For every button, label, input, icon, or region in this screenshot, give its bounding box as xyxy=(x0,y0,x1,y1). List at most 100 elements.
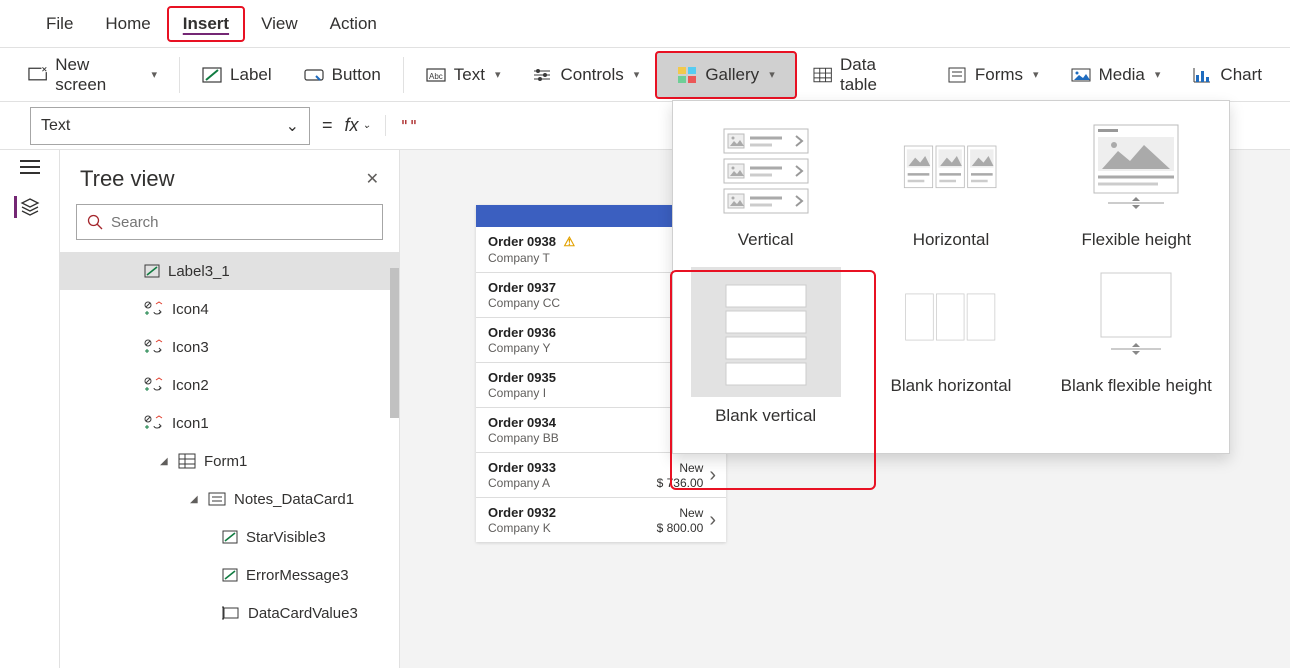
twisty-icon[interactable]: ◢ xyxy=(190,494,200,505)
chart-label: Chart xyxy=(1220,65,1262,85)
tree-item-form1[interactable]: ◢ Form1 xyxy=(60,442,399,480)
label-button[interactable]: Label xyxy=(186,51,288,99)
tree-item-icon3[interactable]: Icon3 xyxy=(60,328,399,366)
text-icon: Abc xyxy=(426,66,446,84)
control-varstate-icon xyxy=(144,339,164,355)
tree: Label3_1 Icon4 Icon3 Icon2 Icon1 ◢ Fo xyxy=(60,250,399,634)
menu-home[interactable]: Home xyxy=(89,6,166,42)
chart-button[interactable]: Chart xyxy=(1176,51,1278,99)
new-screen-label: New screen xyxy=(55,55,141,95)
gallery-option-blank-vertical[interactable]: Blank vertical xyxy=(673,259,858,435)
order-title: Order 0933 xyxy=(488,460,637,475)
chart-icon xyxy=(1192,66,1212,84)
list-item[interactable]: Order 0932Company KNew$ 800.00› xyxy=(476,497,726,542)
label-label: Label xyxy=(230,65,272,85)
media-icon xyxy=(1071,66,1091,84)
media-button[interactable]: Media ▾ xyxy=(1055,51,1177,99)
tree-view-tab[interactable] xyxy=(19,196,41,223)
property-name: Text xyxy=(41,117,70,135)
text-button[interactable]: Abc Text ▾ xyxy=(410,51,517,99)
twisty-icon[interactable]: ◢ xyxy=(160,456,170,467)
chevron-right-icon: › xyxy=(709,464,716,487)
order-title: Order 0936 xyxy=(488,325,650,340)
tree-item-icon1[interactable]: Icon1 xyxy=(60,404,399,442)
tree-item-starvisible3[interactable]: StarVisible3 xyxy=(60,518,399,556)
order-company: Company BB xyxy=(488,431,650,445)
chevron-down-icon: ▾ xyxy=(769,68,775,81)
order-amount: $ 736.00 xyxy=(637,476,703,490)
order-company: Company T xyxy=(488,251,650,265)
forms-button[interactable]: Forms ▾ xyxy=(931,51,1055,99)
tree-label: Label3_1 xyxy=(168,263,230,280)
control-varstate-icon xyxy=(144,301,164,317)
menu-view[interactable]: View xyxy=(245,6,314,42)
tree-item-icon2[interactable]: Icon2 xyxy=(60,366,399,404)
gallery-option-blank-flexible[interactable]: Blank flexible height xyxy=(1044,259,1229,435)
gallery-button[interactable]: Gallery ▾ xyxy=(655,51,796,99)
tree-item-errormessage3[interactable]: ErrorMessage3 xyxy=(60,556,399,594)
order-title: Order 0937 xyxy=(488,280,650,295)
gallery-option-vertical[interactable]: Vertical xyxy=(673,113,858,259)
tree-item-icon4[interactable]: Icon4 xyxy=(60,290,399,328)
gallery-option-horizontal[interactable]: Horizontal xyxy=(858,113,1043,259)
order-title: Order 0935 xyxy=(488,370,650,385)
tree-item-label3-1[interactable]: Label3_1 xyxy=(60,252,399,290)
thumb-horizontal-icon xyxy=(901,121,1001,221)
new-screen-button[interactable]: New screen ▾ xyxy=(12,51,173,99)
control-label-icon xyxy=(144,263,160,279)
tree-label: Icon4 xyxy=(172,301,209,318)
panel-scrollbar[interactable] xyxy=(390,268,399,418)
order-title: Order 0934 xyxy=(488,415,650,430)
gallery-dropdown: Vertical Horizontal Flexible height Blan… xyxy=(672,100,1230,454)
panel-title: Tree view xyxy=(80,166,175,192)
fx-button[interactable]: fx ⌄ xyxy=(345,115,386,136)
warning-icon: ⚠ xyxy=(560,234,575,249)
gallery-option-blank-horizontal[interactable]: Blank horizontal xyxy=(858,259,1043,435)
search-box[interactable] xyxy=(76,204,383,240)
control-varstate-icon xyxy=(144,415,164,431)
formula-input[interactable]: "" xyxy=(386,117,418,135)
chevron-right-icon: › xyxy=(709,509,716,532)
tree-item-datacardvalue3[interactable]: DataCardValue3 xyxy=(60,594,399,632)
menu-file[interactable]: File xyxy=(30,6,89,42)
hamburger-icon[interactable] xyxy=(20,166,40,168)
property-selector[interactable]: Text ⌄ xyxy=(30,107,310,145)
search-input[interactable] xyxy=(111,214,372,231)
app-menubar: File Home Insert View Action xyxy=(0,0,1290,48)
order-company: Company Y xyxy=(488,341,650,355)
controls-icon xyxy=(532,66,552,84)
controls-button[interactable]: Controls ▾ xyxy=(516,51,655,99)
caption: Blank flexible height xyxy=(1061,375,1212,397)
tree-view-panel: Tree view ✕ Label3_1 Icon4 Icon3 Icon2 xyxy=(60,150,400,668)
order-status: New xyxy=(637,506,703,520)
thumb-blank-vertical-icon xyxy=(691,267,841,397)
control-textinput-icon xyxy=(222,606,240,620)
thumb-vertical-icon xyxy=(716,121,816,221)
order-company: Company I xyxy=(488,386,650,400)
chevron-down-icon: ⌄ xyxy=(363,120,371,131)
order-company: Company CC xyxy=(488,296,650,310)
chevron-down-icon: ▾ xyxy=(1155,68,1161,81)
controls-label: Controls xyxy=(560,65,623,85)
data-table-label: Data table xyxy=(840,55,915,95)
menu-action[interactable]: Action xyxy=(314,6,393,42)
list-item[interactable]: Order 0933Company ANew$ 736.00› xyxy=(476,452,726,497)
media-label: Media xyxy=(1099,65,1145,85)
caption: Vertical xyxy=(738,229,794,251)
menu-insert[interactable]: Insert xyxy=(167,6,245,42)
tree-item-notes-datacard1[interactable]: ◢ Notes_DataCard1 xyxy=(60,480,399,518)
order-amount: $ 800.00 xyxy=(637,521,703,535)
close-icon[interactable]: ✕ xyxy=(366,169,379,189)
caption: Blank horizontal xyxy=(890,375,1011,397)
gallery-icon xyxy=(677,66,697,84)
button-button[interactable]: Button xyxy=(288,51,397,99)
control-varstate-icon xyxy=(144,377,164,393)
data-table-button[interactable]: Data table xyxy=(797,51,931,99)
button-icon xyxy=(304,66,324,84)
order-title: Order 0938 ⚠ xyxy=(488,234,650,250)
order-company: Company A xyxy=(488,476,637,490)
caption: Horizontal xyxy=(913,229,990,251)
search-icon xyxy=(87,214,103,230)
gallery-option-flexible-height[interactable]: Flexible height xyxy=(1044,113,1229,259)
thumb-blank-horizontal-icon xyxy=(901,267,1001,367)
